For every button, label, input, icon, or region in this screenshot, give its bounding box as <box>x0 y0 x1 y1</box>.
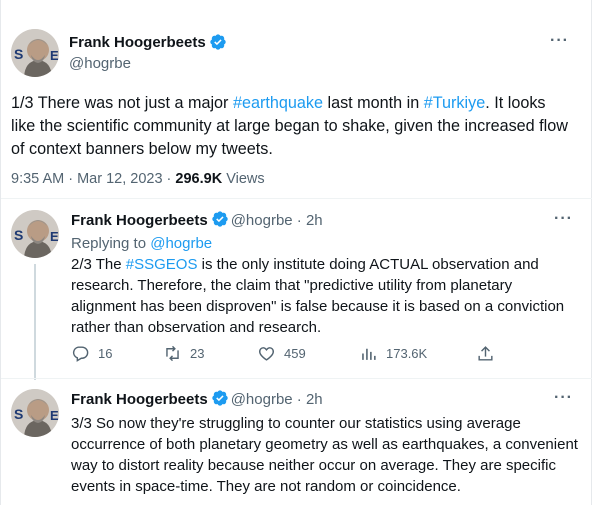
author-name[interactable]: Frank Hoogerbeets <box>71 212 208 229</box>
text-segment: last month in <box>322 94 424 112</box>
like-count: 459 <box>284 346 306 361</box>
reply-body: Frank Hoogerbeets @hogrbe · 2h Replying t… <box>71 210 579 338</box>
verified-badge-icon[interactable] <box>211 210 229 228</box>
text-segment: 2/3 The <box>71 256 126 273</box>
handle-and-time[interactable]: @hogrbe · 2h <box>231 391 323 408</box>
more-icon[interactable]: ··· <box>554 389 573 407</box>
author-avatar[interactable]: S E <box>11 210 59 258</box>
reply-header: Frank Hoogerbeets @hogrbe · 2h <box>71 389 579 410</box>
reply-count: 16 <box>98 346 113 361</box>
divider <box>1 198 592 199</box>
divider <box>1 378 592 379</box>
share-icon <box>478 346 493 361</box>
verified-badge-icon[interactable] <box>211 389 229 407</box>
main-tweet-text: 1/3 There was not just a major #earthqua… <box>11 92 571 161</box>
svg-text:S: S <box>14 227 23 243</box>
tweet-timestamp[interactable]: 9:35 AM · Mar 12, 2023 · <box>11 171 175 187</box>
share-button[interactable] <box>476 344 503 363</box>
reply-button[interactable]: 16 <box>71 344 112 363</box>
replying-prefix: Replying to <box>71 235 151 252</box>
verified-badge-icon[interactable] <box>209 33 227 51</box>
svg-text:E: E <box>50 229 59 244</box>
replying-handle-link[interactable]: @hogrbe <box>150 235 212 252</box>
retweet-button[interactable]: 23 <box>163 344 204 363</box>
views-label: Views <box>222 171 265 187</box>
retweet-count: 23 <box>190 346 205 361</box>
analytics-icon <box>362 348 376 360</box>
hashtag-ssgeos[interactable]: #SSGEOS <box>126 256 198 273</box>
svg-text:E: E <box>50 408 59 423</box>
more-icon[interactable]: ··· <box>554 210 573 228</box>
reply-action-bar: 16 23 459 173.6K <box>71 344 501 366</box>
svg-text:S: S <box>14 406 23 422</box>
more-icon[interactable]: ··· <box>550 32 569 50</box>
reply-text: 2/3 The #SSGEOS is the only institute do… <box>71 254 579 338</box>
author-name[interactable]: Frank Hoogerbeets <box>71 391 208 408</box>
reply-tweet[interactable]: S E Frank Hoogerbeets @hogrbe · 2h 3/3 So… <box>1 389 592 499</box>
reply-icon <box>72 346 89 362</box>
views-count: 296.9K <box>175 171 223 187</box>
handle-and-time[interactable]: @hogrbe · 2h <box>231 212 323 229</box>
reply-body: Frank Hoogerbeets @hogrbe · 2h 3/3 So now… <box>71 389 579 497</box>
hashtag-turkiye[interactable]: #Turkiye <box>424 94 485 112</box>
svg-text:S: S <box>14 46 23 62</box>
text-segment: 1/3 There was not just a major <box>11 94 233 112</box>
author-handle[interactable]: @hogrbe <box>69 55 131 72</box>
author-name[interactable]: Frank Hoogerbeets <box>69 34 206 51</box>
replying-to: Replying to @hogrbe <box>71 234 579 254</box>
heart-icon <box>259 347 274 361</box>
thread-connector-line <box>34 264 36 380</box>
reply-text: 3/3 So now they're struggling to counter… <box>71 415 578 495</box>
author-avatar[interactable]: S E <box>11 29 59 77</box>
main-tweet-header: S E Frank Hoogerbeets @hogrbe ··· <box>9 28 585 80</box>
avatar-image: S E <box>11 389 59 437</box>
retweet-icon <box>166 345 179 362</box>
tweet-thread: S E Frank Hoogerbeets @hogrbe ··· 1/3 Th… <box>0 0 592 505</box>
like-button[interactable]: 459 <box>257 344 306 363</box>
avatar-image: S E <box>11 210 59 258</box>
author-name-row[interactable]: Frank Hoogerbeets <box>69 33 227 51</box>
reply-header: Frank Hoogerbeets @hogrbe · 2h <box>71 210 579 231</box>
svg-text:E: E <box>50 48 59 63</box>
hashtag-earthquake[interactable]: #earthquake <box>233 94 323 112</box>
avatar-image: S E <box>11 29 59 77</box>
author-avatar[interactable]: S E <box>11 389 59 437</box>
tweet-meta: 9:35 AM · Mar 12, 2023 · 296.9K Views <box>11 171 265 187</box>
views-count: 173.6K <box>386 346 428 361</box>
views-button[interactable]: 173.6K <box>359 344 427 363</box>
